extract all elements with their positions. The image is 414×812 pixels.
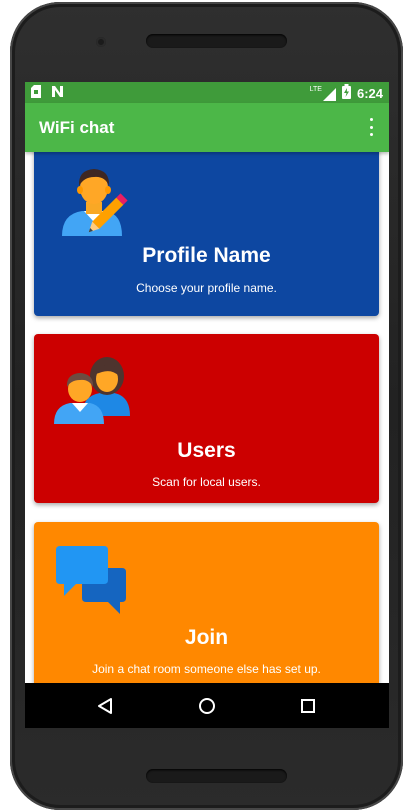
device-frame: LTE 6:24 WiFi chat Profile Name Choose y… bbox=[0, 0, 414, 812]
card-title: Join bbox=[184, 626, 229, 649]
battery-charging-icon bbox=[341, 84, 351, 102]
bottom-speaker bbox=[146, 769, 287, 783]
users-card[interactable]: Users Scan for local users. bbox=[34, 334, 379, 503]
network-label: LTE bbox=[309, 85, 322, 93]
notification-n-icon bbox=[51, 85, 64, 103]
recents-icon[interactable] bbox=[296, 694, 320, 718]
lte-signal-icon: LTE bbox=[310, 86, 336, 101]
join-card[interactable]: Join Join a chat room someone else has s… bbox=[34, 522, 379, 683]
screen: LTE 6:24 WiFi chat Profile Name Choose y… bbox=[25, 82, 389, 728]
app-title: WiFi chat bbox=[39, 118, 115, 137]
navigation-bar bbox=[25, 683, 389, 728]
overflow-menu-icon[interactable] bbox=[363, 116, 379, 138]
clock: 6:24 bbox=[356, 85, 383, 101]
card-description: Scan for local users. bbox=[152, 475, 261, 489]
users-icon bbox=[52, 356, 134, 431]
home-icon[interactable] bbox=[195, 694, 219, 718]
back-icon[interactable] bbox=[93, 694, 117, 718]
app-bar: WiFi chat bbox=[25, 103, 389, 152]
front-camera bbox=[96, 37, 106, 47]
card-description: Join a chat room someone else has set up… bbox=[92, 662, 321, 676]
profile-name-card[interactable]: Profile Name Choose your profile name. bbox=[34, 152, 379, 316]
card-title: Users bbox=[177, 439, 236, 462]
top-speaker bbox=[146, 34, 287, 48]
card-description: Choose your profile name. bbox=[136, 281, 277, 295]
status-bar: LTE 6:24 bbox=[25, 82, 389, 103]
sim-card-icon bbox=[31, 85, 41, 103]
chat-bubbles-icon bbox=[56, 544, 128, 621]
card-list[interactable]: Profile Name Choose your profile name. U… bbox=[25, 152, 389, 683]
user-edit-icon bbox=[60, 164, 136, 245]
card-title: Profile Name bbox=[142, 244, 271, 267]
